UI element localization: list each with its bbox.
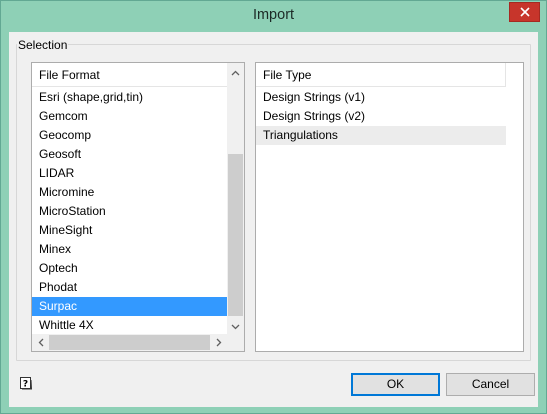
svg-text:?: ?	[23, 379, 28, 389]
list-item-selected[interactable]: Surpac	[32, 297, 227, 316]
scroll-down-button[interactable]	[227, 317, 244, 334]
file-type-rows: Design Strings (v1) Design Strings (v2) …	[256, 88, 506, 145]
chevron-right-icon	[216, 336, 222, 350]
title-bar[interactable]: Import	[1, 1, 546, 32]
file-format-list[interactable]: File Format Esri (shape,grid,tin) Gemcom…	[31, 62, 245, 352]
list-item[interactable]: LIDAR	[32, 164, 227, 183]
list-item[interactable]: Phodat	[32, 278, 227, 297]
list-item[interactable]: Gemcom	[32, 107, 227, 126]
file-type-list[interactable]: File Type Design Strings (v1) Design Str…	[255, 62, 524, 352]
cancel-button[interactable]: Cancel	[446, 373, 535, 396]
list-item[interactable]: Micromine	[32, 183, 227, 202]
vertical-scroll-thumb[interactable]	[228, 154, 243, 316]
scroll-up-button[interactable]	[227, 63, 244, 80]
scroll-left-button[interactable]	[32, 334, 49, 351]
list-item[interactable]: Design Strings (v1)	[256, 88, 506, 107]
list-item[interactable]: MineSight	[32, 221, 227, 240]
list-item[interactable]: MicroStation	[32, 202, 227, 221]
ok-button[interactable]: OK	[351, 373, 440, 396]
list-item[interactable]: Esri (shape,grid,tin)	[32, 88, 227, 107]
file-format-header[interactable]: File Format	[32, 63, 227, 87]
horizontal-scroll-thumb[interactable]	[49, 335, 210, 350]
selection-group-label: Selection	[17, 38, 69, 52]
window-title: Import	[252, 7, 295, 23]
file-type-header[interactable]: File Type	[256, 63, 506, 87]
chevron-up-icon	[231, 65, 240, 79]
help-button[interactable]: ?	[18, 376, 34, 392]
help-icon: ?	[19, 376, 33, 393]
list-item[interactable]: Optech	[32, 259, 227, 278]
list-item[interactable]: Whittle 4X	[32, 316, 227, 335]
scroll-right-button[interactable]	[210, 334, 227, 351]
dialog-body: Selection File Format Esri (shape,grid,t…	[9, 32, 538, 407]
chevron-left-icon	[38, 336, 44, 350]
list-item[interactable]: Design Strings (v2)	[256, 107, 506, 126]
scroll-corner	[227, 334, 244, 351]
list-item[interactable]: Minex	[32, 240, 227, 259]
close-button[interactable]	[509, 2, 540, 22]
horizontal-scrollbar[interactable]	[32, 334, 227, 351]
vertical-scrollbar[interactable]	[227, 63, 244, 334]
import-dialog: Import Selection File Format Esri (shape…	[0, 0, 547, 414]
close-icon	[519, 7, 530, 17]
chevron-down-icon	[231, 319, 240, 333]
list-item[interactable]: Geosoft	[32, 145, 227, 164]
list-item[interactable]: Geocomp	[32, 126, 227, 145]
list-item-highlighted[interactable]: Triangulations	[256, 126, 506, 145]
file-format-rows: Esri (shape,grid,tin) Gemcom Geocomp Geo…	[32, 88, 227, 335]
